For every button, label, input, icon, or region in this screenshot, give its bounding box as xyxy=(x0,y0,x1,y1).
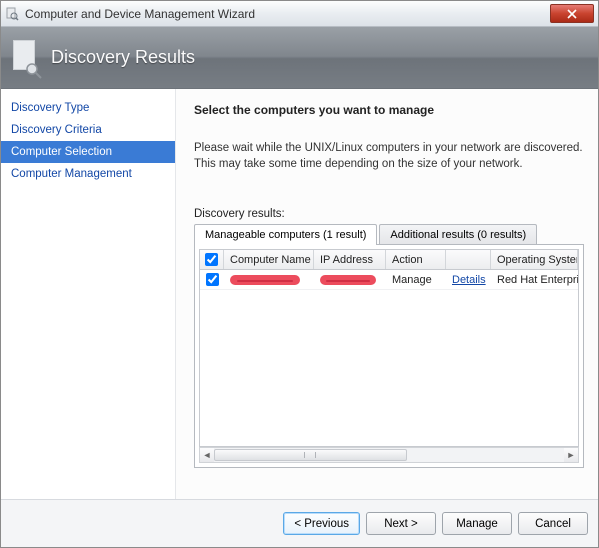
col-operating-system[interactable]: Operating System xyxy=(491,250,578,269)
wizard-steps-sidebar: Discovery Type Discovery Criteria Comput… xyxy=(1,89,176,499)
cell-computer-name xyxy=(224,270,314,289)
magnifier-icon xyxy=(25,62,43,80)
scroll-thumb[interactable] xyxy=(214,449,407,461)
step-computer-management[interactable]: Computer Management xyxy=(1,163,175,185)
redacted-value xyxy=(320,275,376,285)
step-computer-selection[interactable]: Computer Selection xyxy=(1,141,175,163)
wizard-window: Computer and Device Management Wizard Di… xyxy=(0,0,599,548)
cell-operating-system: Red Hat Enterprise Linux Server 6 xyxy=(491,270,578,289)
step-discovery-criteria[interactable]: Discovery Criteria xyxy=(1,119,175,141)
results-tabs: Manageable computers (1 result) Addition… xyxy=(194,224,584,245)
cell-action: Manage xyxy=(386,270,446,289)
banner-icon xyxy=(11,38,41,78)
page-heading: Select the computers you want to manage xyxy=(194,103,584,117)
redacted-value xyxy=(230,275,300,285)
table-row[interactable]: Manage Details Red Hat Enterprise Linux … xyxy=(200,270,578,290)
previous-button[interactable]: < Previous xyxy=(283,512,360,535)
wizard-footer: < Previous Next > Manage Cancel xyxy=(1,499,598,547)
banner-title: Discovery Results xyxy=(51,47,195,68)
window-title: Computer and Device Management Wizard xyxy=(25,7,550,21)
title-bar[interactable]: Computer and Device Management Wizard xyxy=(1,1,598,27)
select-all-checkbox[interactable] xyxy=(205,253,218,266)
cancel-button[interactable]: Cancel xyxy=(518,512,588,535)
app-icon xyxy=(5,7,19,21)
main-panel: Select the computers you want to manage … xyxy=(176,89,598,499)
scroll-left-arrow[interactable]: ◄ xyxy=(200,448,214,462)
banner: Discovery Results xyxy=(1,27,598,89)
grid-header: Computer Name IP Address Action Operatin… xyxy=(200,250,578,270)
col-computer-name[interactable]: Computer Name xyxy=(224,250,314,269)
close-icon xyxy=(567,9,577,19)
results-grid: Computer Name IP Address Action Operatin… xyxy=(199,249,579,447)
results-label: Discovery results: xyxy=(194,208,584,220)
col-ip-address[interactable]: IP Address xyxy=(314,250,386,269)
select-all-cell[interactable] xyxy=(200,250,224,269)
close-button[interactable] xyxy=(550,4,594,23)
col-details[interactable] xyxy=(446,250,491,269)
tab-additional-results[interactable]: Additional results (0 results) xyxy=(379,224,537,245)
next-button[interactable]: Next > xyxy=(366,512,436,535)
content-body: Discovery Type Discovery Criteria Comput… xyxy=(1,89,598,499)
page-description: Please wait while the UNIX/Linux compute… xyxy=(194,141,584,172)
col-action[interactable]: Action xyxy=(386,250,446,269)
tab-manageable-computers[interactable]: Manageable computers (1 result) xyxy=(194,224,377,245)
step-discovery-type[interactable]: Discovery Type xyxy=(1,97,175,119)
scroll-track[interactable] xyxy=(214,448,564,462)
row-checkbox[interactable] xyxy=(206,273,219,286)
results-grid-container: Computer Name IP Address Action Operatin… xyxy=(194,244,584,468)
cell-ip-address xyxy=(314,270,386,289)
horizontal-scrollbar[interactable]: ◄ ► xyxy=(199,447,579,463)
scroll-right-arrow[interactable]: ► xyxy=(564,448,578,462)
details-link[interactable]: Details xyxy=(452,274,486,286)
manage-button[interactable]: Manage xyxy=(442,512,512,535)
